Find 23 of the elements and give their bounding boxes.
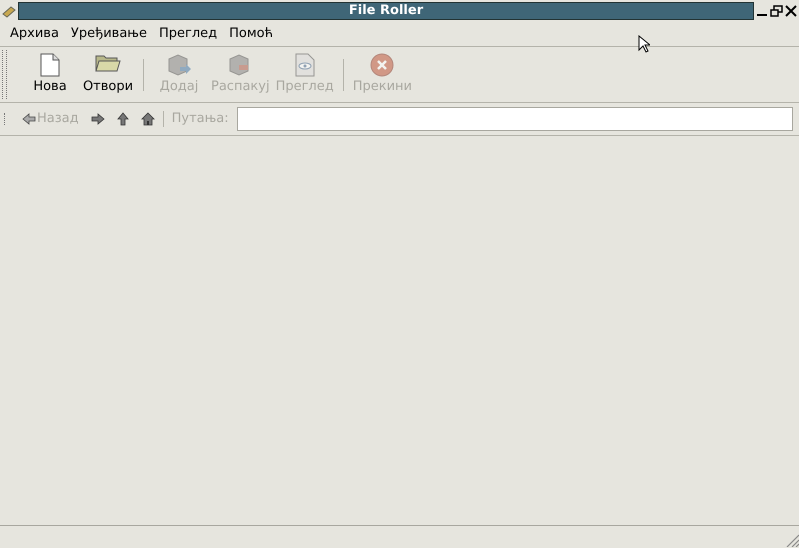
package-icon	[166, 52, 192, 76]
menu-item[interactable]: Уређивање	[64, 24, 153, 44]
toolbar-button[interactable]: Отвори	[79, 50, 137, 98]
document-icon	[39, 52, 61, 76]
window-menu-icon[interactable]	[2, 4, 16, 18]
home-icon	[140, 112, 155, 126]
window-title: File Roller	[348, 2, 424, 20]
resize-grip-icon[interactable]	[785, 533, 799, 547]
menu-item[interactable]: Архива	[4, 24, 65, 44]
toolbar-button[interactable]: Нова	[21, 50, 79, 98]
left-arrow-icon	[22, 113, 36, 125]
close-icon[interactable]	[785, 4, 797, 16]
stop-icon	[370, 52, 394, 76]
location-field[interactable]	[236, 107, 793, 131]
restore-icon[interactable]	[770, 4, 783, 16]
location-label: Путања:	[170, 110, 230, 128]
right-arrow-icon	[90, 113, 105, 125]
document-eye-icon	[294, 52, 316, 76]
menu-item[interactable]: Помоћ	[223, 24, 280, 44]
mouse-pointer-icon	[638, 35, 650, 53]
folder-icon	[95, 52, 121, 72]
up-arrow-icon	[116, 112, 129, 126]
menu-item[interactable]: Преглед	[152, 24, 224, 44]
